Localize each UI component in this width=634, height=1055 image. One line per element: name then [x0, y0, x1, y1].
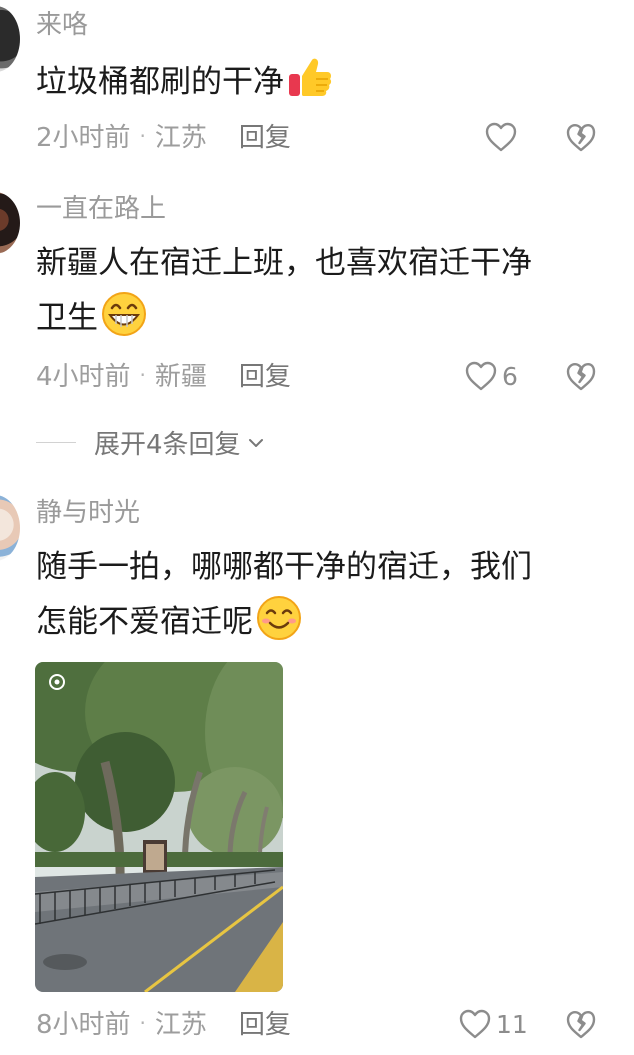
like-button[interactable]: 11: [458, 1008, 528, 1040]
reply-button[interactable]: 回复: [239, 362, 291, 392]
street-photo-image: [35, 662, 283, 992]
comment-meta: 2小时前 · 江苏 回复: [36, 125, 291, 151]
username[interactable]: 静与时光: [36, 500, 140, 526]
heart-icon: [465, 361, 497, 391]
comment-meta: 8小时前 · 江苏 回复: [36, 1012, 291, 1038]
comment-text-line-wrap: 卫生: [36, 290, 596, 345]
comment-text-line: 垃圾桶都刷的干净: [36, 64, 284, 100]
comment-location: 新疆: [154, 362, 207, 392]
comment-text: 垃圾桶都刷的干净: [36, 54, 596, 109]
comment-text-line: 随手一拍，哪哪都干净的宿迁，我们: [36, 549, 532, 585]
comment-text-line-wrap: 怎能不爱宿迁呢: [36, 594, 596, 649]
comment-photo[interactable]: [35, 662, 283, 992]
username[interactable]: 来咯: [36, 12, 88, 38]
like-button[interactable]: 6: [464, 360, 518, 392]
separator-dot: ·: [139, 124, 146, 148]
like-count: 6: [502, 361, 518, 391]
avatar[interactable]: [0, 192, 20, 254]
comment-location: 江苏: [154, 1010, 207, 1040]
comment-text: 随手一拍，哪哪都干净的宿迁，我们 怎能不爱宿迁呢: [36, 540, 596, 649]
heart-icon: [485, 122, 517, 152]
comment-text-line: 卫生: [36, 300, 98, 336]
avatar[interactable]: [0, 6, 20, 72]
expand-replies-label: 展开4条回复: [94, 430, 241, 460]
expand-replies-button[interactable]: 展开4条回复: [36, 424, 265, 461]
reply-button[interactable]: 回复: [239, 123, 291, 153]
divider: [36, 442, 76, 443]
comment-text-line: 怎能不爱宿迁呢: [36, 604, 253, 640]
chevron-down-icon: [248, 438, 263, 447]
broken-heart-icon[interactable]: [565, 361, 597, 393]
comment-time: 2小时前: [36, 123, 131, 153]
like-count: 11: [496, 1009, 528, 1039]
separator-dot: ·: [139, 1011, 146, 1035]
broken-heart-icon[interactable]: [565, 1009, 597, 1041]
comment-location: 江苏: [154, 123, 207, 153]
separator-dot: ·: [139, 363, 146, 387]
heart-icon: [459, 1009, 491, 1039]
reply-button[interactable]: 回复: [239, 1010, 291, 1040]
comment-text-line: 新疆人在宿迁上班，也喜欢宿迁干净: [36, 245, 532, 281]
comment-time: 8小时前: [36, 1010, 131, 1040]
comment-time: 4小时前: [36, 362, 131, 392]
comment-meta: 4小时前 · 新疆 回复: [36, 364, 291, 390]
like-button[interactable]: [484, 121, 518, 153]
comment-text: 新疆人在宿迁上班，也喜欢宿迁干净 卫生: [36, 236, 596, 345]
thumbs-up-emoji-icon: [289, 58, 332, 96]
broken-heart-icon[interactable]: [565, 122, 597, 154]
avatar[interactable]: [0, 495, 20, 561]
smiling-face-emoji-icon: [257, 596, 301, 640]
username[interactable]: 一直在路上: [36, 196, 166, 222]
grinning-face-emoji-icon: [102, 292, 146, 336]
